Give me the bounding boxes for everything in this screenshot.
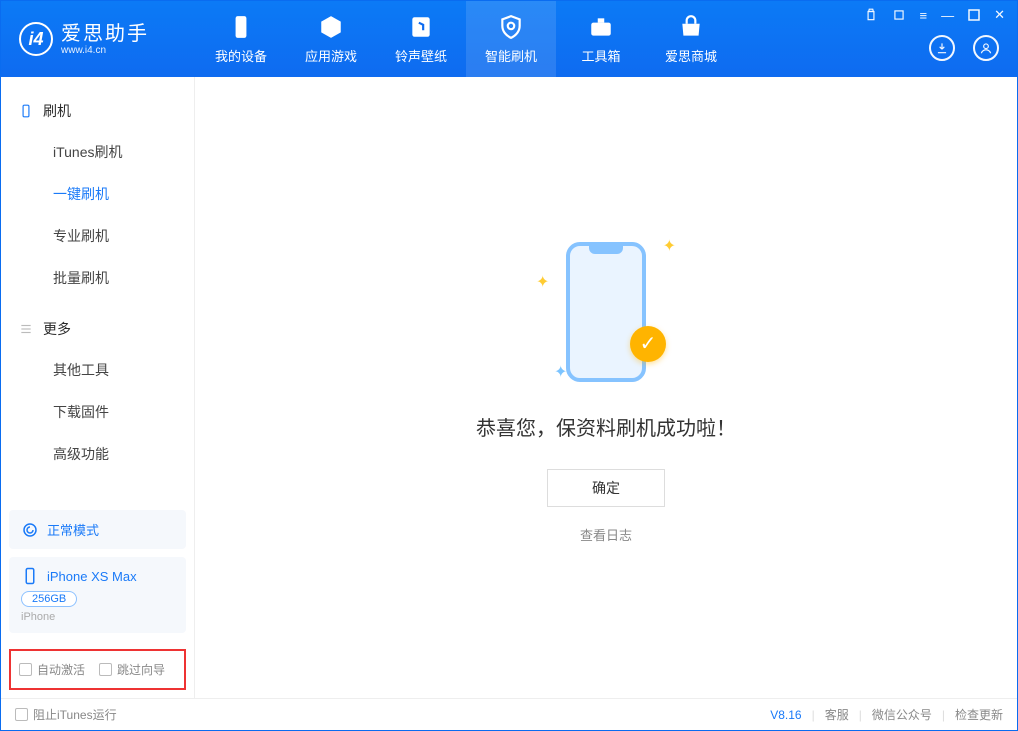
minimize-button[interactable]: —: [941, 7, 954, 23]
close-button[interactable]: ✕: [994, 7, 1005, 23]
header: i4 爱思助手 www.i4.cn 我的设备 应用游戏 铃声壁纸 智能刷机: [1, 1, 1017, 77]
tab-label: 工具箱: [581, 46, 620, 65]
sparkle-icon: ✦: [663, 236, 676, 256]
cube-icon: [318, 14, 344, 40]
shield-refresh-icon: [498, 14, 524, 40]
checkbox-label: 自动激活: [37, 661, 85, 678]
app-name: 爱思助手: [61, 23, 149, 45]
checkbox-icon: [99, 663, 112, 676]
checkbox-label: 阻止iTunes运行: [33, 706, 117, 723]
section-title: 刷机: [43, 101, 71, 121]
device-type: iPhone: [21, 611, 174, 623]
checkbox-icon: [15, 708, 28, 721]
sidebar-section-flash: 刷机: [1, 91, 194, 131]
maximize-button[interactable]: [968, 7, 980, 23]
body: 刷机 iTunes刷机 一键刷机 专业刷机 批量刷机 更多 其他工具 下载固件 …: [1, 77, 1017, 698]
store-icon: [678, 14, 704, 40]
tab-ringtones-wallpapers[interactable]: 铃声壁纸: [376, 1, 466, 77]
device-name: iPhone XS Max: [47, 569, 137, 584]
block-itunes-checkbox[interactable]: 阻止iTunes运行: [15, 706, 117, 723]
tab-smart-flash[interactable]: 智能刷机: [466, 1, 556, 77]
list-icon: [19, 322, 33, 336]
sidebar-section-more: 更多: [1, 309, 194, 349]
phone-icon: [21, 567, 39, 585]
sidebar-item-batch-flash[interactable]: 批量刷机: [1, 257, 194, 299]
toolbox-icon: [588, 14, 614, 40]
skip-guide-checkbox[interactable]: 跳过向导: [99, 661, 165, 678]
main-tabs: 我的设备 应用游戏 铃声壁纸 智能刷机 工具箱 爱思商城: [196, 1, 736, 77]
skin-icon[interactable]: [892, 7, 906, 23]
sidebar-item-advanced[interactable]: 高级功能: [1, 433, 194, 475]
tab-my-device[interactable]: 我的设备: [196, 1, 286, 77]
success-message: 恭喜您，保资料刷机成功啦！: [476, 412, 736, 441]
ok-button[interactable]: 确定: [547, 469, 665, 507]
view-log-link[interactable]: 查看日志: [580, 525, 632, 544]
download-button[interactable]: [929, 35, 955, 61]
tab-label: 铃声壁纸: [395, 46, 447, 65]
user-button[interactable]: [973, 35, 999, 61]
app-window: i4 爱思助手 www.i4.cn 我的设备 应用游戏 铃声壁纸 智能刷机: [0, 0, 1018, 731]
auto-activate-checkbox[interactable]: 自动激活: [19, 661, 85, 678]
device-card[interactable]: iPhone XS Max 256GB iPhone: [9, 557, 186, 633]
phone-icon: [228, 14, 254, 40]
sidebar-item-itunes-flash[interactable]: iTunes刷机: [1, 131, 194, 173]
section-title: 更多: [43, 319, 71, 339]
refresh-icon: [21, 521, 39, 539]
bottom-options-highlighted: 自动激活 跳过向导: [9, 649, 186, 690]
support-link[interactable]: 客服: [825, 706, 849, 723]
logo-icon: i4: [19, 22, 53, 56]
device-icon: [19, 104, 33, 118]
sidebar-item-other-tools[interactable]: 其他工具: [1, 349, 194, 391]
logo[interactable]: i4 爱思助手 www.i4.cn: [1, 22, 196, 56]
menu-icon[interactable]: ≡: [920, 7, 928, 23]
tab-label: 应用游戏: [305, 46, 357, 65]
check-icon: ✓: [630, 326, 666, 362]
check-update-link[interactable]: 检查更新: [955, 706, 1003, 723]
sidebar-item-download-firmware[interactable]: 下载固件: [1, 391, 194, 433]
phone-illustration: [566, 242, 646, 382]
footer: 阻止iTunes运行 V8.16 | 客服 | 微信公众号 | 检查更新: [1, 698, 1017, 730]
tab-toolbox[interactable]: 工具箱: [556, 1, 646, 77]
storage-badge: 256GB: [21, 591, 77, 607]
sparkle-icon: ✦: [536, 272, 549, 292]
mode-card[interactable]: 正常模式: [9, 510, 186, 549]
wechat-link[interactable]: 微信公众号: [872, 706, 932, 723]
sidebar-item-pro-flash[interactable]: 专业刷机: [1, 215, 194, 257]
music-icon: [408, 14, 434, 40]
app-url: www.i4.cn: [61, 45, 149, 56]
sidebar-item-oneclick-flash[interactable]: 一键刷机: [1, 173, 194, 215]
sidebar: 刷机 iTunes刷机 一键刷机 专业刷机 批量刷机 更多 其他工具 下载固件 …: [1, 77, 195, 698]
success-illustration: ✦ ✦ ✦ ✓: [536, 232, 676, 392]
tab-apps-games[interactable]: 应用游戏: [286, 1, 376, 77]
tab-store[interactable]: 爱思商城: [646, 1, 736, 77]
mode-label: 正常模式: [47, 520, 99, 539]
version-label: V8.16: [770, 708, 801, 722]
checkbox-label: 跳过向导: [117, 661, 165, 678]
checkbox-icon: [19, 663, 32, 676]
tab-label: 爱思商城: [665, 46, 717, 65]
main-content: ✦ ✦ ✦ ✓ 恭喜您，保资料刷机成功啦！ 确定 查看日志: [195, 77, 1017, 698]
tab-label: 我的设备: [215, 46, 267, 65]
feedback-icon[interactable]: [864, 7, 878, 23]
window-controls: ≡ — ✕: [864, 7, 1006, 23]
tab-label: 智能刷机: [485, 46, 537, 65]
